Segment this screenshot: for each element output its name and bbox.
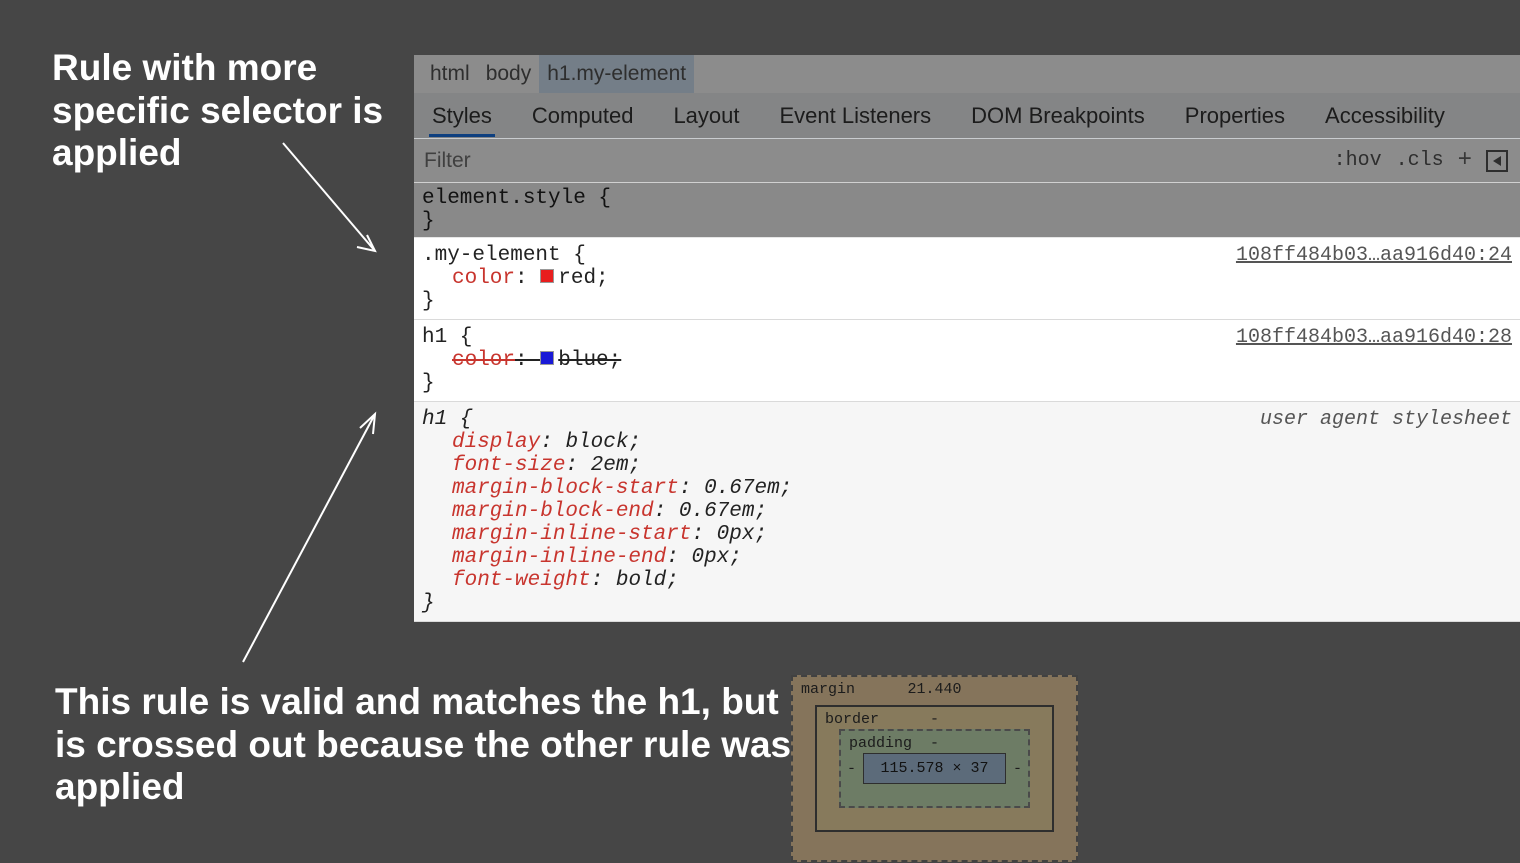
color-swatch-red[interactable]	[540, 269, 554, 283]
tab-accessibility[interactable]: Accessibility	[1325, 103, 1445, 129]
declaration: margin-block-end: 0.67em;	[422, 500, 1512, 523]
annotation-bottom: This rule is valid and matches the h1, b…	[55, 681, 815, 809]
rule-my-element[interactable]: 108ff484b03…aa916d40:24 .my-element { co…	[414, 238, 1520, 320]
border-label: border	[825, 711, 879, 728]
property: color	[452, 349, 515, 372]
rule-h1[interactable]: 108ff484b03…aa916d40:28 h1 { color: blue…	[414, 320, 1520, 402]
rule-source-link[interactable]: 108ff484b03…aa916d40:28	[1236, 326, 1512, 349]
tab-layout[interactable]: Layout	[673, 103, 739, 129]
tab-properties[interactable]: Properties	[1185, 103, 1285, 129]
declaration-overridden[interactable]: color: blue;	[422, 349, 1512, 372]
padding-top-value: -	[930, 735, 939, 752]
padding-right-value: -	[1013, 760, 1022, 777]
box-model-margin[interactable]: margin 21.440 border - padding - - - 115…	[791, 675, 1078, 862]
box-model-border[interactable]: border - padding - - - 115.578 × 37	[815, 705, 1054, 832]
close-brace: }	[422, 290, 1512, 313]
close-brace: }	[422, 592, 1512, 615]
breadcrumb-item[interactable]: html	[422, 55, 478, 93]
margin-top-value: 21.440	[907, 681, 961, 698]
declaration: margin-inline-end: 0px;	[422, 546, 1512, 569]
annotation-top: Rule with more specific selector is appl…	[52, 47, 432, 175]
close-brace: }	[422, 210, 1512, 233]
rule-user-agent: user agent stylesheet h1 { display: bloc…	[414, 402, 1520, 622]
cls-toggle[interactable]: .cls	[1396, 149, 1444, 172]
declaration: margin-inline-start: 0px;	[422, 523, 1512, 546]
breadcrumb-item[interactable]: body	[478, 55, 540, 93]
color-swatch-blue[interactable]	[540, 351, 554, 365]
devtools-panel: html body h1.my-element Styles Computed …	[414, 55, 1520, 622]
breadcrumb-item-selected[interactable]: h1.my-element	[539, 55, 694, 93]
tab-dom-breakpoints[interactable]: DOM Breakpoints	[971, 103, 1145, 129]
filter-input[interactable]	[414, 139, 1334, 182]
box-model-content[interactable]: 115.578 × 37	[863, 753, 1006, 784]
tab-event-listeners[interactable]: Event Listeners	[780, 103, 932, 129]
value: blue;	[558, 349, 621, 372]
box-model-padding[interactable]: padding - - - 115.578 × 37	[839, 729, 1030, 808]
rule-source-link[interactable]: 108ff484b03…aa916d40:24	[1236, 244, 1512, 267]
declaration: font-weight: bold;	[422, 569, 1512, 592]
padding-label: padding	[849, 735, 912, 752]
property: color	[452, 267, 515, 290]
tab-computed[interactable]: Computed	[532, 103, 634, 129]
new-rule-icon[interactable]: +	[1458, 147, 1472, 174]
element-style-header: element.style {	[422, 187, 1512, 210]
declaration[interactable]: color: red;	[422, 267, 1512, 290]
declaration: display: block;	[422, 431, 1512, 454]
margin-label: margin	[801, 681, 855, 698]
tab-styles[interactable]: Styles	[432, 103, 492, 129]
close-brace: }	[422, 372, 1512, 395]
toggle-panel-icon[interactable]	[1486, 150, 1508, 172]
user-agent-label: user agent stylesheet	[1260, 408, 1512, 431]
element-style-block[interactable]: element.style { }	[414, 183, 1520, 238]
arrow-bottom	[225, 400, 395, 680]
box-model[interactable]: margin 21.440 border - padding - - - 115…	[791, 675, 1078, 862]
declaration: margin-block-start: 0.67em;	[422, 477, 1512, 500]
declaration: font-size: 2em;	[422, 454, 1512, 477]
filter-bar: :hov .cls +	[414, 139, 1520, 183]
padding-left-value: -	[847, 760, 856, 777]
breadcrumb: html body h1.my-element	[414, 55, 1520, 93]
value: red;	[558, 267, 608, 290]
hov-toggle[interactable]: :hov	[1334, 149, 1382, 172]
border-top-value: -	[930, 711, 939, 728]
styles-tabs: Styles Computed Layout Event Listeners D…	[414, 93, 1520, 139]
